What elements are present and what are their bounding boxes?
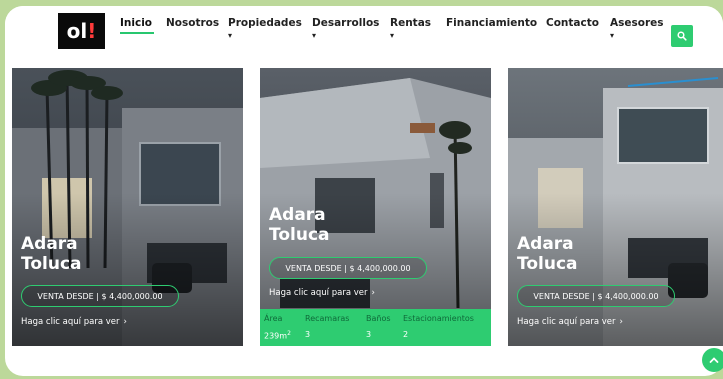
nav-item-nosotros[interactable]: Nosotros — [166, 17, 219, 29]
nav-item-financiamiento[interactable]: Financiamiento — [446, 17, 537, 29]
search-button[interactable] — [671, 25, 693, 47]
area-value: 239m2 — [264, 330, 291, 341]
nav-item-label: Propiedades — [228, 17, 302, 29]
navbar: ol! Inicio Nosotros Propiedades ▾ Desarr… — [5, 6, 723, 68]
banos-value: 3 — [366, 330, 372, 339]
estacionamientos-label: Estacionamientos — [403, 314, 474, 323]
chevron-right-icon: › — [123, 317, 127, 327]
nav-item-desarrollos[interactable]: Desarrollos ▾ — [312, 17, 379, 40]
view-property-link[interactable]: Haga clic aquí para ver › — [517, 317, 623, 327]
nav-item-label: Contacto — [546, 17, 599, 29]
nav-item-asesores[interactable]: Asesores ▾ — [610, 17, 664, 40]
property-title: Adara Toluca — [21, 234, 82, 274]
logo[interactable]: ol! — [58, 13, 105, 49]
banos-label: Baños — [366, 314, 391, 323]
nav-item-label: Financiamiento — [446, 17, 538, 29]
area-label: Área — [264, 314, 283, 323]
chevron-down-icon: ▾ — [390, 31, 395, 40]
price-badge: VENTA DESDE | $ 4,400,000.00 — [21, 285, 179, 307]
logo-text: ol — [66, 19, 88, 43]
nav-item-inicio[interactable]: Inicio — [120, 17, 152, 29]
price-badge: VENTA DESDE | $ 4,400,000.00 — [517, 285, 675, 307]
page-frame: ol! Inicio Nosotros Propiedades ▾ Desarr… — [5, 6, 723, 376]
nav-item-contacto[interactable]: Contacto — [546, 17, 599, 29]
property-title: Adara Toluca — [517, 234, 578, 274]
nav-item-label: Desarrollos — [312, 17, 380, 29]
nav-item-label: Nosotros — [166, 17, 220, 29]
estacionamientos-value: 2 — [403, 330, 409, 339]
property-card[interactable]: Adara Toluca VENTA DESDE | $ 4,400,000.0… — [12, 68, 243, 346]
nav-item-label: Inicio — [120, 17, 153, 29]
property-card[interactable]: Adara Toluca VENTA DESDE | $ 4,400,000.0… — [260, 68, 491, 346]
nav-item-propiedades[interactable]: Propiedades ▾ — [228, 17, 302, 40]
view-property-link[interactable]: Haga clic aquí para ver › — [269, 288, 375, 298]
active-nav-indicator — [120, 32, 154, 34]
property-stats-bar: Área Recamaras Baños Estacionamientos 23… — [260, 309, 491, 346]
chevron-up-icon — [709, 357, 719, 363]
scroll-to-top-button[interactable] — [702, 348, 723, 372]
chevron-right-icon: › — [619, 317, 623, 327]
nav-item-rentas[interactable]: Rentas ▾ — [390, 17, 431, 40]
property-card[interactable]: Adara Toluca VENTA DESDE | $ 4,400,000.0… — [508, 68, 723, 346]
view-property-link[interactable]: Haga clic aquí para ver › — [21, 317, 127, 327]
chevron-down-icon: ▾ — [312, 31, 317, 40]
chevron-right-icon: › — [371, 288, 375, 298]
property-title: Adara Toluca — [269, 205, 330, 245]
chevron-down-icon: ▾ — [228, 31, 233, 40]
nav-item-label: Asesores — [610, 17, 664, 29]
logo-mark: ! — [87, 19, 97, 43]
recamaras-value: 3 — [305, 330, 311, 339]
search-icon — [677, 31, 687, 41]
nav-item-label: Rentas — [390, 17, 432, 29]
chevron-down-icon: ▾ — [610, 31, 615, 40]
recamaras-label: Recamaras — [305, 314, 350, 323]
price-badge: VENTA DESDE | $ 4,400,000.00 — [269, 257, 427, 279]
